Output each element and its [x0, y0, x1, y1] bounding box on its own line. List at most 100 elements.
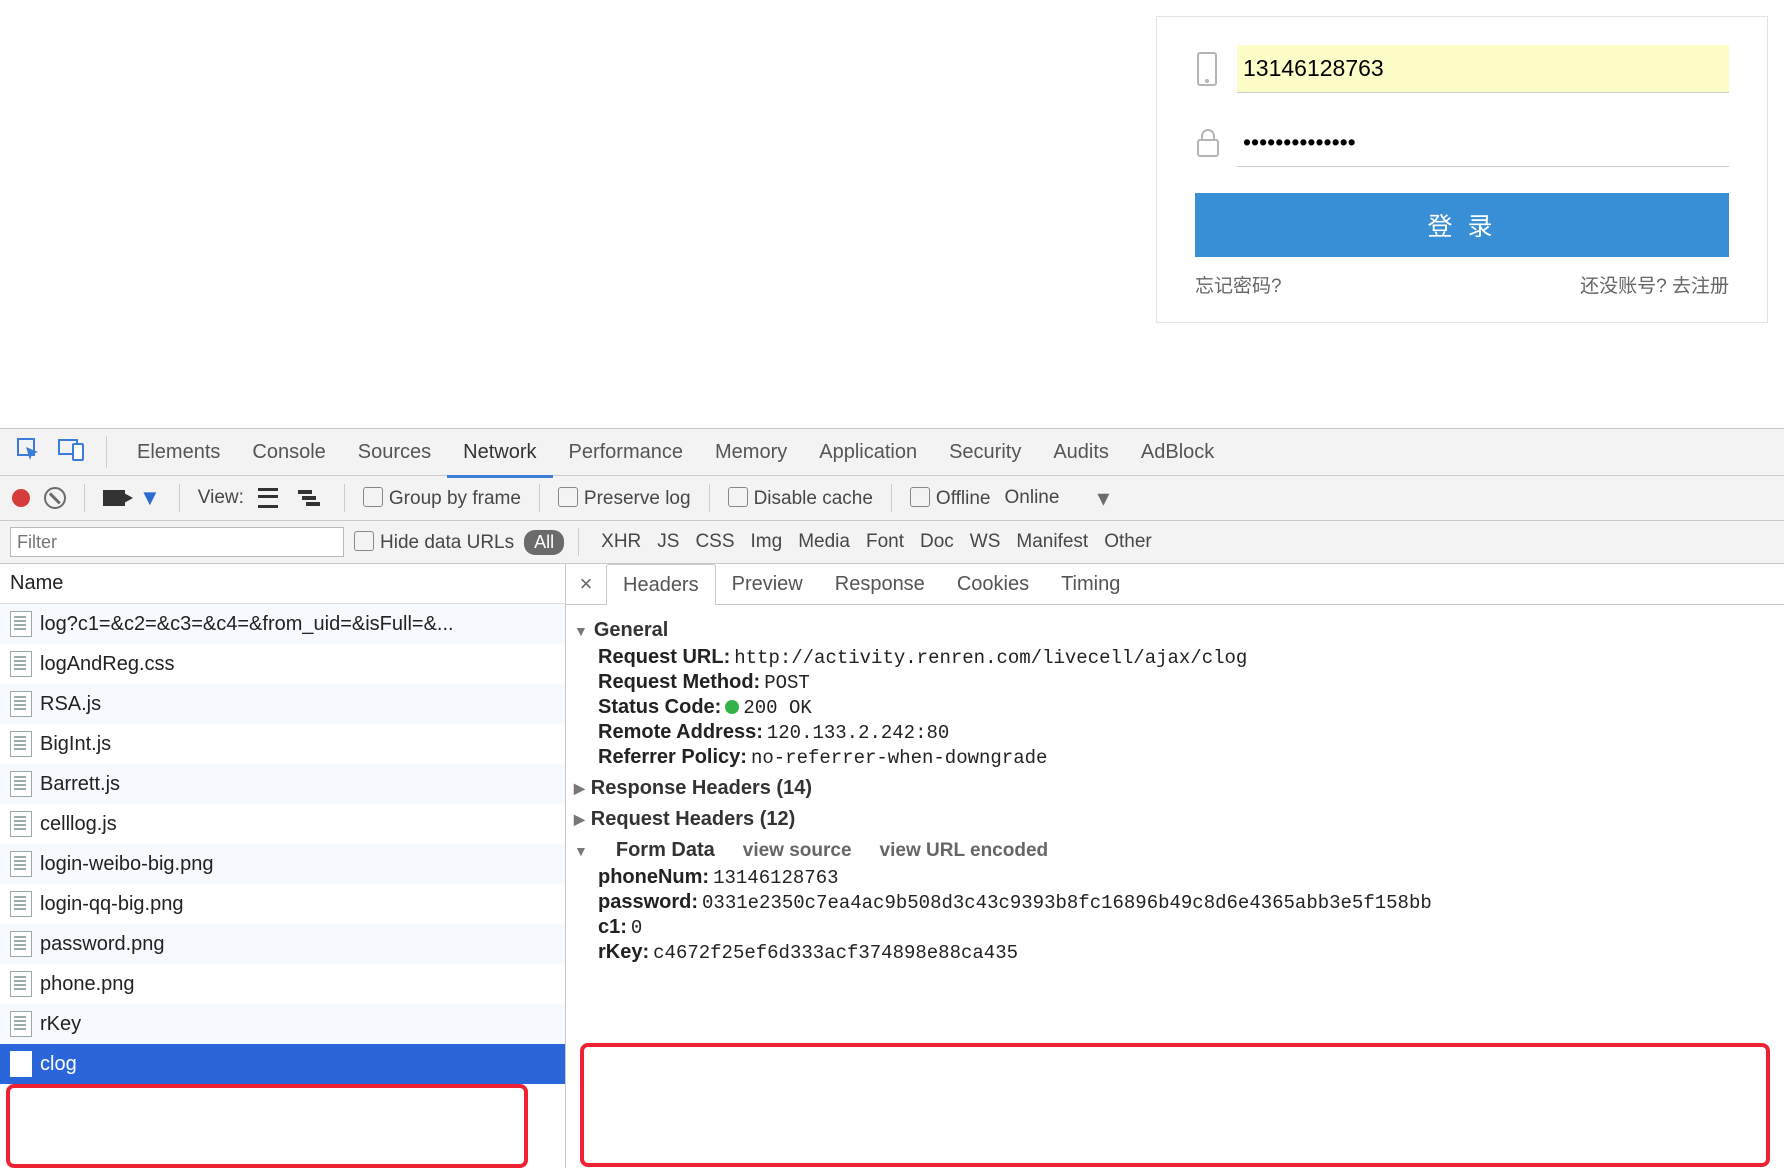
devtools-tab-application[interactable]: Application: [803, 429, 933, 475]
device-toggle-icon[interactable]: [58, 437, 84, 467]
disable-cache-checkbox[interactable]: Disable cache: [728, 487, 873, 510]
file-icon: [10, 971, 32, 997]
status-dot-icon: [725, 700, 739, 714]
request-name: password.png: [40, 933, 165, 956]
filter-toggle-icon[interactable]: ▼: [139, 485, 161, 511]
filter-type-manifest[interactable]: Manifest: [1008, 531, 1096, 553]
section-form-data[interactable]: Form Data: [616, 839, 715, 862]
request-detail-pane: × HeadersPreviewResponseCookiesTiming ▼G…: [566, 564, 1784, 1168]
request-method-value: POST: [764, 672, 810, 694]
devtools-tab-security[interactable]: Security: [933, 429, 1037, 475]
request-name: login-weibo-big.png: [40, 853, 213, 876]
login-button[interactable]: 登 录: [1195, 193, 1729, 257]
forgot-password-link[interactable]: 忘记密码?: [1195, 271, 1282, 298]
filter-type-other[interactable]: Other: [1096, 531, 1160, 553]
filter-type-img[interactable]: Img: [743, 531, 791, 553]
register-link[interactable]: 还没账号? 去注册: [1580, 271, 1729, 298]
detail-tab-timing[interactable]: Timing: [1045, 564, 1136, 604]
throttling-select[interactable]: Online: [1005, 487, 1060, 509]
clear-button[interactable]: [44, 487, 66, 509]
preserve-log-checkbox[interactable]: Preserve log: [558, 487, 691, 510]
form-data-value: 0331e2350c7ea4ac9b508d3c43c9393b8fc16896…: [702, 892, 1432, 914]
request-row[interactable]: BigInt.js: [0, 724, 565, 764]
file-icon: [10, 811, 32, 837]
request-row[interactable]: logAndReg.css: [0, 644, 565, 684]
request-row[interactable]: clog: [0, 1044, 565, 1084]
devtools-tab-memory[interactable]: Memory: [699, 429, 803, 475]
view-url-encoded-link[interactable]: view URL encoded: [880, 840, 1049, 862]
devtools-tabbar: ElementsConsoleSourcesNetworkPerformance…: [0, 428, 1784, 476]
devtools-tab-adblock[interactable]: AdBlock: [1125, 429, 1230, 475]
request-row[interactable]: phone.png: [0, 964, 565, 1004]
inspect-icon[interactable]: [16, 437, 40, 467]
section-request-headers[interactable]: Request Headers (12): [591, 808, 796, 831]
offline-checkbox[interactable]: Offline: [910, 487, 991, 510]
capture-screenshot-icon[interactable]: [103, 490, 125, 506]
detail-tab-response[interactable]: Response: [819, 564, 941, 604]
detail-tab-headers[interactable]: Headers: [606, 564, 716, 606]
request-name: rKey: [40, 1013, 81, 1036]
filter-type-media[interactable]: Media: [790, 531, 858, 553]
detail-tab-preview[interactable]: Preview: [716, 564, 819, 604]
filter-input[interactable]: [10, 527, 344, 557]
view-label: View:: [198, 487, 244, 509]
detail-tab-cookies[interactable]: Cookies: [941, 564, 1045, 604]
form-data-value: 13146128763: [713, 867, 838, 889]
file-icon: [10, 1051, 32, 1077]
request-row[interactable]: login-weibo-big.png: [0, 844, 565, 884]
devtools-tab-sources[interactable]: Sources: [342, 429, 447, 475]
request-name: Barrett.js: [40, 773, 120, 796]
devtools-tab-audits[interactable]: Audits: [1037, 429, 1125, 475]
filter-type-xhr[interactable]: XHR: [593, 531, 649, 553]
filter-type-doc[interactable]: Doc: [912, 531, 962, 553]
request-name: login-qq-big.png: [40, 893, 183, 916]
request-name: log?c1=&c2=&c3=&c4=&from_uid=&isFull=&..…: [40, 613, 454, 636]
waterfall-icon[interactable]: [298, 490, 320, 506]
devtools-tab-network[interactable]: Network: [447, 429, 552, 478]
network-filter-bar: Hide data URLs All XHRJSCSSImgMediaFontD…: [0, 521, 1784, 564]
request-url-value: http://activity.renren.com/livecell/ajax…: [734, 647, 1247, 669]
filter-type-js[interactable]: JS: [649, 531, 687, 553]
large-rows-icon[interactable]: [258, 488, 278, 508]
section-general[interactable]: General: [594, 619, 668, 642]
form-data-value: 0: [631, 917, 642, 939]
phone-input[interactable]: [1237, 45, 1729, 93]
devtools-tab-console[interactable]: Console: [236, 429, 341, 475]
record-button[interactable]: [12, 489, 30, 507]
request-row[interactable]: RSA.js: [0, 684, 565, 724]
file-icon: [10, 731, 32, 757]
hide-data-urls-checkbox[interactable]: Hide data URLs: [354, 531, 514, 554]
request-name: RSA.js: [40, 693, 101, 716]
filter-type-font[interactable]: Font: [858, 531, 912, 553]
referrer-policy-value: no-referrer-when-downgrade: [751, 747, 1047, 769]
view-source-link[interactable]: view source: [743, 840, 852, 862]
file-icon: [10, 771, 32, 797]
request-name: clog: [40, 1053, 77, 1076]
close-detail-icon[interactable]: ×: [566, 571, 606, 597]
column-header-name[interactable]: Name: [0, 564, 565, 604]
request-row[interactable]: log?c1=&c2=&c3=&c4=&from_uid=&isFull=&..…: [0, 604, 565, 644]
request-name: celllog.js: [40, 813, 117, 836]
annotation-box: [580, 1043, 1770, 1167]
group-by-frame-checkbox[interactable]: Group by frame: [363, 487, 521, 510]
file-icon: [10, 891, 32, 917]
password-input[interactable]: [1237, 119, 1729, 167]
devtools-tab-performance[interactable]: Performance: [553, 429, 700, 475]
request-name: logAndReg.css: [40, 653, 175, 676]
request-row[interactable]: rKey: [0, 1004, 565, 1044]
filter-type-all[interactable]: All: [524, 530, 564, 555]
login-card: 登 录 忘记密码? 还没账号? 去注册: [1156, 16, 1768, 323]
filter-type-ws[interactable]: WS: [962, 531, 1009, 553]
devtools-tab-elements[interactable]: Elements: [121, 429, 236, 475]
file-icon: [10, 611, 32, 637]
request-row[interactable]: login-qq-big.png: [0, 884, 565, 924]
file-icon: [10, 691, 32, 717]
request-row[interactable]: password.png: [0, 924, 565, 964]
filter-type-css[interactable]: CSS: [687, 531, 742, 553]
remote-address-value: 120.133.2.242:80: [767, 722, 949, 744]
throttling-dropdown-icon[interactable]: ▾: [1097, 484, 1109, 513]
section-response-headers[interactable]: Response Headers (14): [591, 777, 812, 800]
request-row[interactable]: celllog.js: [0, 804, 565, 844]
request-row[interactable]: Barrett.js: [0, 764, 565, 804]
file-icon: [10, 651, 32, 677]
